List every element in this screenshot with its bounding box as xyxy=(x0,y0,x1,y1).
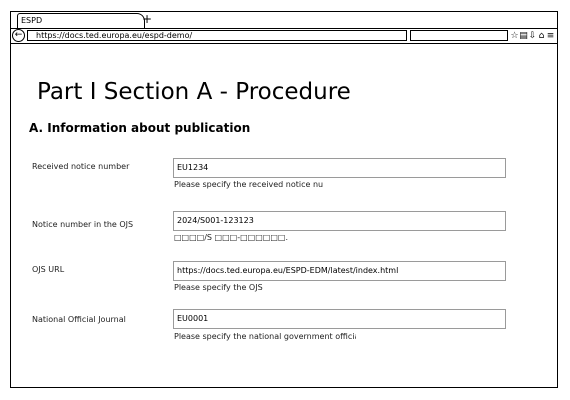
ojs-url-help: Please specify the OJS xyxy=(174,283,263,292)
back-arrow-icon: ← xyxy=(14,30,23,40)
search-input[interactable] xyxy=(410,30,508,41)
national-official-journal-label: National Official Journal xyxy=(32,315,126,324)
tab-bar: ESPD + xyxy=(11,12,557,29)
back-button[interactable]: ← xyxy=(12,29,25,42)
download-icon[interactable]: ⇩ xyxy=(528,29,537,43)
section-title: A. Information about publication xyxy=(29,121,251,135)
notice-number-ojs-help: □□□□/S □□□-□□□□□□. xyxy=(174,233,289,242)
notice-number-ojs-input[interactable]: 2024/S001-123123 xyxy=(173,211,506,231)
page-content: Part I Section A - Procedure A. Informat… xyxy=(11,44,557,388)
reader-view-icon[interactable]: ▤ xyxy=(519,29,528,43)
national-official-journal-help: Please specify the national government o… xyxy=(174,332,356,341)
url-bar[interactable]: https://docs.ted.europa.eu/espd-demo/ xyxy=(27,30,407,41)
new-tab-button[interactable]: + xyxy=(141,13,153,26)
page-title: Part I Section A - Procedure xyxy=(37,79,351,105)
national-official-journal-input[interactable]: EU0001 xyxy=(173,309,506,329)
received-notice-number-input[interactable]: EU1234 xyxy=(173,158,506,178)
tab-espd[interactable]: ESPD xyxy=(17,13,145,28)
address-row: ← https://docs.ted.europa.eu/espd-demo/ … xyxy=(11,28,557,44)
notice-number-ojs-label: Notice number in the OJS xyxy=(32,220,134,229)
ojs-url-input[interactable]: https://docs.ted.europa.eu/ESPD-EDM/late… xyxy=(173,261,506,281)
menu-icon[interactable]: ≡ xyxy=(546,29,555,43)
browser-window: ESPD + ← https://docs.ted.europa.eu/espd… xyxy=(10,11,558,388)
received-notice-number-label: Received notice number xyxy=(32,162,130,171)
bookmark-star-icon[interactable]: ☆ xyxy=(510,29,519,43)
ojs-url-label: OJS URL xyxy=(32,265,65,274)
received-notice-number-help: Please specify the received notice nu xyxy=(174,180,324,189)
toolbar-icons: ☆▤⇩ ⌂ ≡ xyxy=(510,29,555,43)
home-icon[interactable]: ⌂ xyxy=(537,29,546,43)
